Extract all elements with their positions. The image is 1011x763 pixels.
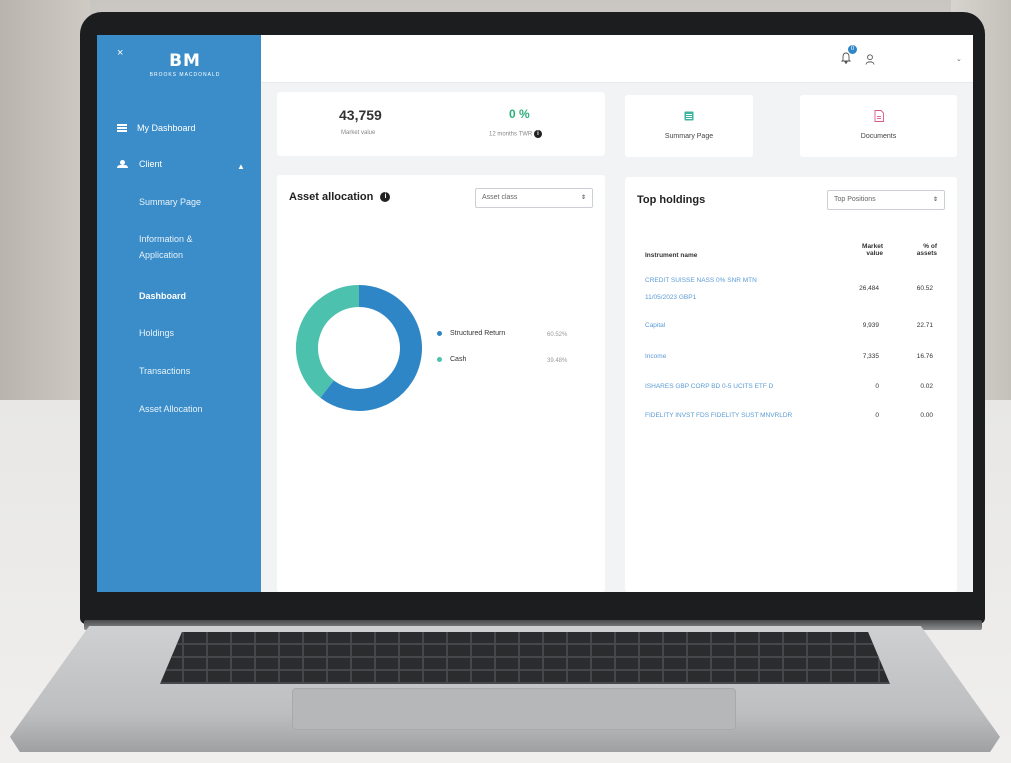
sidebar: × BM BROOKS MACDONALD My Dashboard Clien… xyxy=(97,35,261,592)
legend-swatch xyxy=(437,357,442,362)
asset-allocation-title-text: Asset allocation xyxy=(289,191,374,203)
legend-pct: 39.48% xyxy=(547,358,568,364)
laptop-trackpad xyxy=(292,688,736,730)
col-header-instrument: Instrument name xyxy=(645,252,698,259)
nav-my-dashboard-label: My Dashboard xyxy=(137,123,196,133)
logo-mark: BM xyxy=(169,51,201,71)
legend-swatch xyxy=(437,331,442,336)
close-sidebar-button[interactable]: × xyxy=(117,47,123,59)
legend-label: Structured Return xyxy=(450,330,506,337)
laptop-keyboard xyxy=(160,632,890,684)
col-header-line: value xyxy=(866,250,883,257)
users-icon xyxy=(117,160,129,168)
market-value-label: Market value xyxy=(341,130,376,136)
select-arrow-icon: ⇕ xyxy=(932,197,938,203)
list-icon xyxy=(684,109,694,121)
asset-allocation-donut xyxy=(296,285,422,411)
summary-page-tile-label: Summary Page xyxy=(664,133,714,140)
documents-tile[interactable]: Documents xyxy=(800,95,957,157)
col-header-pct-assets: % of assets xyxy=(895,243,937,257)
asset-allocation-card: Asset allocation i Asset class ⇕ Structu… xyxy=(277,175,605,592)
col-header-line: assets xyxy=(916,250,937,257)
sidebar-item-transactions[interactable]: Transactions xyxy=(139,363,190,379)
logo-text: BROOKS MACDONALD xyxy=(149,72,221,78)
holding-pct: 22.71 xyxy=(916,322,933,329)
holding-link[interactable]: FIDELITY INVST FDS FIDELITY SUST MNVRLDR xyxy=(645,410,830,422)
notification-badge: 0 xyxy=(848,45,857,54)
asset-class-select-value: Asset class xyxy=(482,194,518,201)
twr-label: 12 months TWR i xyxy=(489,130,542,138)
info-icon[interactable]: i xyxy=(533,130,542,138)
sidebar-item-information-application[interactable]: Information & Application xyxy=(139,231,193,263)
holding-pct: 0.02 xyxy=(920,383,933,390)
background-wall-left xyxy=(0,0,90,420)
twr-label-text: 12 months TWR xyxy=(489,131,533,138)
sidebar-item-label: Information & xyxy=(139,234,193,244)
holding-link[interactable]: Income xyxy=(645,351,825,363)
holding-market-value: 0 xyxy=(875,412,879,419)
user-icon[interactable] xyxy=(865,52,875,65)
holding-pct: 16.76 xyxy=(916,353,933,360)
holding-market-value: 26,484 xyxy=(859,285,879,292)
sidebar-item-dashboard[interactable]: Dashboard xyxy=(139,288,186,304)
legend-item-cash: Cash xyxy=(437,356,466,363)
asset-allocation-title: Asset allocation i xyxy=(289,191,391,203)
top-holdings-card: Top holdings Top Positions ⇕ Instrument … xyxy=(625,177,957,592)
chevron-down-icon[interactable]: ⌄ xyxy=(956,55,962,63)
select-arrow-icon: ⇕ xyxy=(580,195,586,201)
laptop-screen: × BM BROOKS MACDONALD My Dashboard Clien… xyxy=(97,35,973,592)
top-holdings-title: Top holdings xyxy=(637,194,706,206)
sidebar-item-label-line2: Application xyxy=(139,250,184,260)
asset-class-select[interactable]: Asset class ⇕ xyxy=(475,188,593,208)
holding-link[interactable]: Capital xyxy=(645,320,825,332)
twr-value: 0 % xyxy=(509,107,530,121)
holding-market-value: 9,939 xyxy=(862,322,879,329)
sidebar-item-holdings[interactable]: Holdings xyxy=(139,325,174,341)
info-icon[interactable]: i xyxy=(380,192,391,203)
nav-client-label: Client xyxy=(139,159,163,169)
market-value: 43,759 xyxy=(339,107,382,123)
legend-pct: 60.52% xyxy=(547,332,568,338)
col-header-line: Market xyxy=(862,243,883,250)
top-bar: 0 ⌄ xyxy=(261,35,973,83)
holding-name-line2: 11/05/2023 GBP1 xyxy=(645,294,697,301)
holding-pct: 60.52 xyxy=(916,285,933,292)
nav-my-dashboard[interactable]: My Dashboard xyxy=(117,123,196,133)
col-header-line: % of xyxy=(923,243,937,250)
kpi-card: 43,759 Market value 0 % 12 months TWR i xyxy=(277,92,605,156)
documents-tile-label: Documents xyxy=(860,133,897,140)
nav-client[interactable]: Client xyxy=(117,159,162,169)
document-icon xyxy=(874,109,884,122)
summary-page-tile[interactable]: Summary Page xyxy=(625,95,753,157)
sidebar-item-summary-page[interactable]: Summary Page xyxy=(139,194,201,210)
legend-item-structured-return: Structured Return xyxy=(437,330,505,337)
brand-logo: BM BROOKS MACDONALD xyxy=(135,51,235,78)
chevron-up-icon[interactable]: ▲ xyxy=(237,162,245,171)
menu-icon xyxy=(117,124,127,132)
sidebar-item-asset-allocation[interactable]: Asset Allocation xyxy=(139,401,203,417)
legend-label: Cash xyxy=(450,356,467,363)
top-positions-select-value: Top Positions xyxy=(834,196,876,203)
holding-market-value: 0 xyxy=(875,383,879,390)
holding-name: CREDIT SUISSE NASS 0% SNR MTN xyxy=(645,277,757,284)
top-positions-select[interactable]: Top Positions ⇕ xyxy=(827,190,945,210)
col-header-market-value: Market value xyxy=(835,243,883,257)
holding-link[interactable]: CREDIT SUISSE NASS 0% SNR MTN 11/05/2023… xyxy=(645,275,825,304)
holding-market-value: 7,335 xyxy=(862,353,879,360)
holding-link[interactable]: ISHARES GBP CORP BD 0-5 UCITS ETF D xyxy=(645,381,830,393)
donut-slice-cash xyxy=(296,285,360,398)
holding-pct: 0.00 xyxy=(920,412,933,419)
